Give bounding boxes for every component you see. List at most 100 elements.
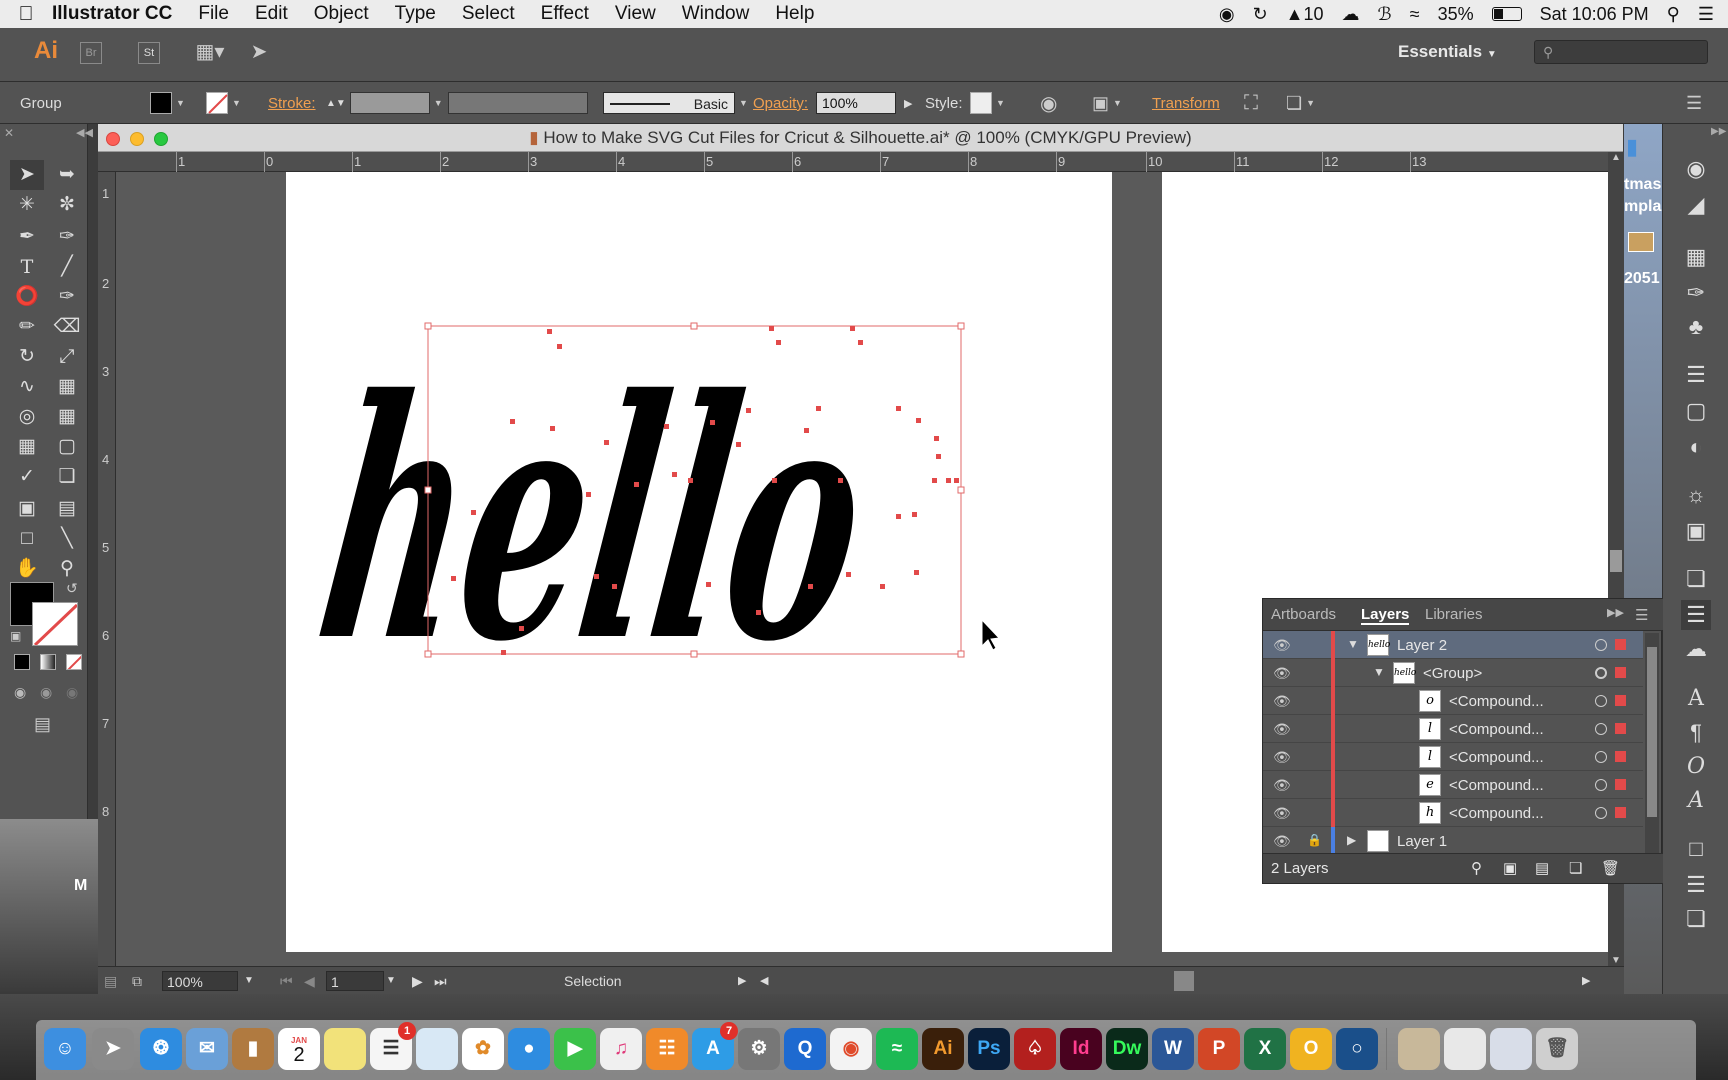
slice-tool-icon[interactable]: ╲ xyxy=(50,524,84,554)
variable-width-profile[interactable] xyxy=(448,82,588,124)
visibility-eye-icon[interactable]: 👁 xyxy=(1273,805,1291,822)
scroll-left-icon[interactable]: ◀ xyxy=(760,971,768,991)
menu-effect[interactable]: Effect xyxy=(541,3,589,25)
selection-indicator[interactable] xyxy=(1615,723,1626,734)
selection-indicator[interactable] xyxy=(1615,751,1626,762)
free-transform-tool-icon[interactable]: ▦ xyxy=(50,372,84,402)
delete-layer-icon[interactable]: 🗑 xyxy=(1601,859,1620,877)
search-input[interactable]: ⚲ xyxy=(1534,40,1708,64)
gpu-performance-icon[interactable]: ➤ xyxy=(248,42,270,64)
collapse-panel-icon[interactable]: ◀◀ xyxy=(76,126,93,139)
default-fill-stroke-icon[interactable]: ▣ xyxy=(10,629,21,643)
minimize-window-button[interactable] xyxy=(130,132,144,146)
appearance-icon[interactable]: ☼ xyxy=(1681,480,1711,510)
handle-top-right[interactable] xyxy=(957,322,965,330)
swap-fill-stroke-icon[interactable]: ↺ xyxy=(66,580,78,597)
creative-cloud-icon[interactable]: ☁ xyxy=(1342,4,1360,25)
close-window-button[interactable] xyxy=(106,132,120,146)
visibility-eye-icon[interactable]: 👁 xyxy=(1273,637,1291,654)
messages-icon[interactable]: ● xyxy=(508,1028,550,1070)
menu-edit[interactable]: Edit xyxy=(255,3,288,25)
visibility-eye-icon[interactable]: 👁 xyxy=(1273,721,1291,738)
layer-row-compound-l2[interactable]: 👁 l <Compound... xyxy=(1263,743,1643,771)
swatches-icon[interactable]: ▦ xyxy=(1681,242,1711,272)
pencil-tool-icon[interactable]: ✏ xyxy=(10,312,44,342)
target-circle-icon[interactable] xyxy=(1595,751,1607,763)
target-circle-icon[interactable] xyxy=(1595,723,1607,735)
selection-indicator[interactable] xyxy=(1615,695,1626,706)
first-artboard-icon[interactable]: ⏮ xyxy=(280,971,293,991)
transform-link[interactable]: Transform xyxy=(1152,82,1220,124)
sync-icon[interactable]: ↻ xyxy=(1253,4,1268,25)
desktop-folder-icon[interactable]: ▮ xyxy=(1626,134,1638,160)
visibility-eye-icon[interactable]: 👁 xyxy=(1273,777,1291,794)
graphic-style-picker[interactable]: ▼ xyxy=(970,82,1005,124)
control-panel-menu-icon[interactable]: ☰ xyxy=(1686,82,1702,124)
target-circle-icon[interactable] xyxy=(1595,667,1607,679)
status-menu-icon[interactable]: ▶ xyxy=(738,971,746,991)
none-mode-button[interactable] xyxy=(66,654,82,670)
new-layer-icon[interactable]: ❏ xyxy=(1569,859,1582,877)
selection-tool-icon[interactable]: ➤ xyxy=(10,160,44,190)
maps-icon[interactable] xyxy=(416,1028,458,1070)
arrange-documents-icon[interactable]: ▦▾ xyxy=(192,42,228,64)
chevron-down-icon[interactable]: ▼ xyxy=(739,98,748,108)
menu-view[interactable]: View xyxy=(615,3,656,25)
document-title-bar[interactable]: ▮ How to Make SVG Cut Files for Cricut &… xyxy=(98,124,1623,152)
mail-icon[interactable]: ✉ xyxy=(186,1028,228,1070)
new-sublayer-icon[interactable]: ▤ xyxy=(1535,859,1549,877)
safari-icon[interactable]: ❂ xyxy=(140,1028,182,1070)
collapse-dock-icon[interactable]: ▶▶ xyxy=(1711,126,1726,137)
shape-builder-tool-icon[interactable]: ◎ xyxy=(10,402,44,432)
paragraph-icon[interactable]: ¶ xyxy=(1681,718,1711,748)
target-circle-icon[interactable] xyxy=(1595,695,1607,707)
dreamweaver-dock-icon[interactable]: Dw xyxy=(1106,1028,1148,1070)
contacts-icon[interactable]: ▮ xyxy=(232,1028,274,1070)
symbol-sprayer-tool-icon[interactable]: ▣ xyxy=(10,494,44,524)
selection-indicator[interactable] xyxy=(1615,639,1626,650)
color-panel-icon[interactable]: ◢ xyxy=(1681,190,1711,220)
menu-type[interactable]: Type xyxy=(395,3,436,25)
handle-bottom-right[interactable] xyxy=(957,650,965,658)
mesh-tool-icon[interactable]: ▦ xyxy=(10,432,44,462)
system-preferences-icon[interactable]: ⚙ xyxy=(738,1028,780,1070)
character-icon[interactable]: A xyxy=(1681,684,1711,714)
scroll-right-icon[interactable]: ▶ xyxy=(1582,971,1590,991)
opacity-label[interactable]: Opacity: xyxy=(753,82,808,124)
collapse-triangle-icon[interactable]: ▶ xyxy=(1347,833,1356,847)
draw-normal-icon[interactable]: ◉ xyxy=(14,684,26,701)
ellipse-tool-icon[interactable]: ⭕ xyxy=(10,282,44,312)
magic-wand-tool-icon[interactable]: ✳ xyxy=(10,190,44,220)
word-dock-icon[interactable]: W xyxy=(1152,1028,1194,1070)
menu-object[interactable]: Object xyxy=(314,3,369,25)
target-circle-icon[interactable] xyxy=(1595,779,1607,791)
layer-row-compound-l1[interactable]: 👁 l <Compound... xyxy=(1263,715,1643,743)
spotify-icon[interactable]: ≈ xyxy=(876,1028,918,1070)
status-icons[interactable]: ▤ xyxy=(104,971,117,991)
bluetooth-icon[interactable]: ℬ xyxy=(1378,4,1392,25)
visibility-eye-icon[interactable]: 👁 xyxy=(1273,833,1291,850)
visibility-eye-icon[interactable]: 👁 xyxy=(1273,693,1291,710)
selection-indicator[interactable] xyxy=(1615,667,1626,678)
spotlight-icon[interactable]: ⚲ xyxy=(1667,4,1680,25)
paintbrush-tool-icon[interactable]: ✑ xyxy=(50,282,84,312)
tab-artboards[interactable]: Artboards xyxy=(1271,606,1336,623)
chevron-right-icon[interactable]: ▶ xyxy=(904,97,912,110)
itunes-icon[interactable]: ♫ xyxy=(600,1028,642,1070)
gradient-tool-icon[interactable]: ▢ xyxy=(50,432,84,462)
selection-indicator[interactable] xyxy=(1615,807,1626,818)
transform-panel-icon[interactable]: □ xyxy=(1681,834,1711,864)
app-store-icon[interactable]: A7 xyxy=(692,1022,738,1070)
handle-top-center[interactable] xyxy=(690,322,698,330)
layer-name[interactable]: <Compound... xyxy=(1449,805,1544,822)
rotate-tool-icon[interactable]: ↻ xyxy=(10,342,44,372)
horizontal-scroll-thumb[interactable] xyxy=(1174,971,1194,991)
target-circle-icon[interactable] xyxy=(1595,639,1607,651)
layer-name[interactable]: <Group> xyxy=(1423,665,1482,682)
workspace-switcher[interactable]: Essentials ▼ xyxy=(1398,42,1497,62)
facetime-icon[interactable]: ▶ xyxy=(554,1028,596,1070)
ibooks-icon[interactable]: ☷ xyxy=(646,1028,688,1070)
layer-name[interactable]: <Compound... xyxy=(1449,749,1544,766)
share-icon[interactable]: ⧉ xyxy=(132,971,142,991)
blend-tool-icon[interactable]: ❏ xyxy=(50,462,84,492)
